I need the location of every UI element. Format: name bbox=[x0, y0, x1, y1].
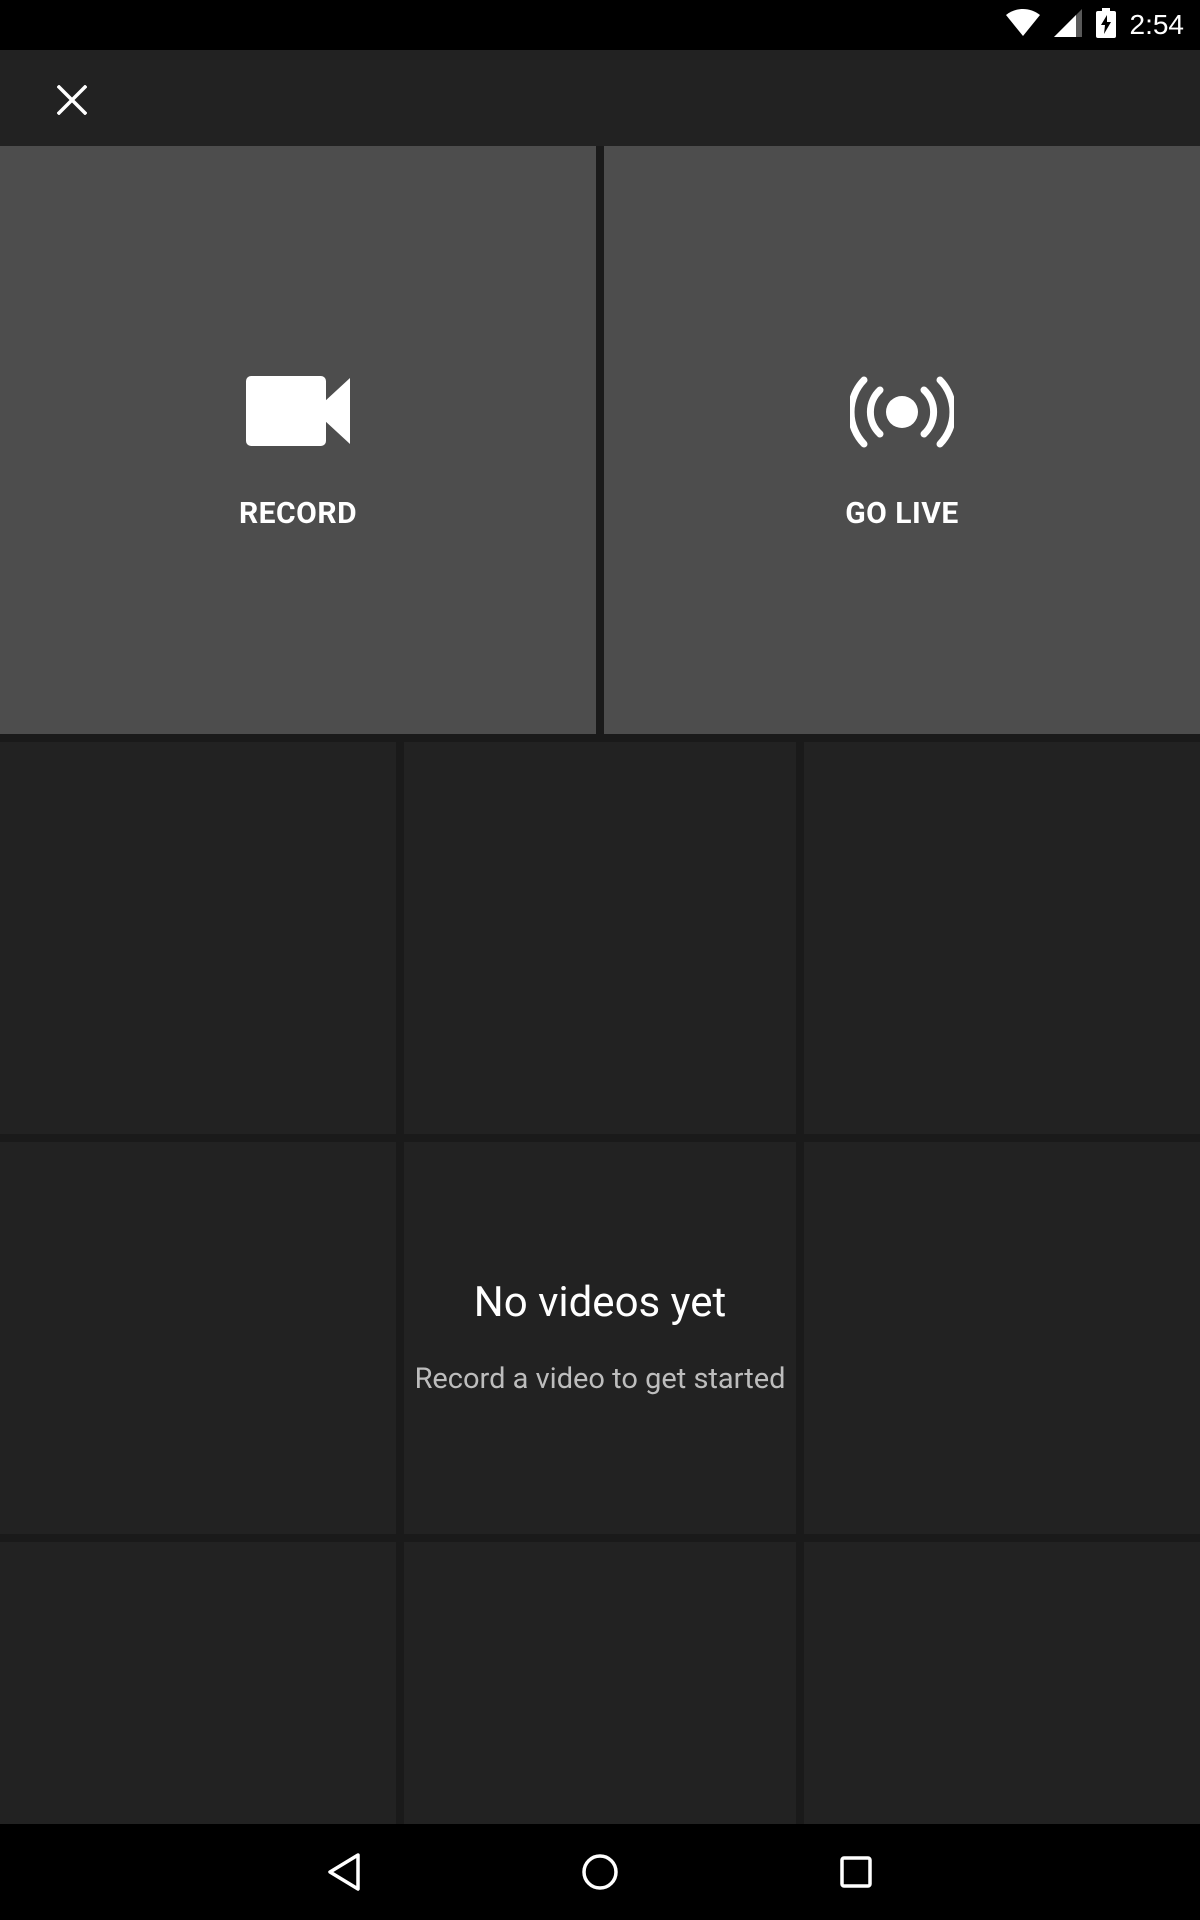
close-button[interactable] bbox=[48, 76, 96, 124]
videocam-icon bbox=[0, 376, 596, 456]
back-button[interactable] bbox=[312, 1840, 376, 1904]
grid-cell bbox=[0, 742, 396, 1134]
go-live-label: GO LIVE bbox=[845, 496, 959, 531]
grid-cell bbox=[804, 1142, 1200, 1534]
empty-state-subtitle: Record a video to get started bbox=[414, 1362, 786, 1396]
app-bar bbox=[0, 50, 1200, 146]
recents-button[interactable] bbox=[824, 1840, 888, 1904]
recents-icon bbox=[840, 1856, 872, 1888]
battery-charging-icon bbox=[1095, 8, 1116, 42]
status-icons: 2:54 bbox=[1005, 0, 1185, 50]
grid-cell bbox=[804, 742, 1200, 1134]
wifi-icon bbox=[1005, 9, 1040, 41]
grid-cell bbox=[404, 742, 796, 1134]
grid-cell bbox=[0, 1542, 396, 1824]
grid-cell bbox=[404, 1142, 796, 1534]
grid-cell bbox=[404, 1542, 796, 1824]
status-bar: 2:54 bbox=[0, 0, 1200, 50]
live-broadcast-icon bbox=[604, 376, 1200, 456]
home-icon bbox=[582, 1854, 618, 1890]
grid-cell bbox=[0, 1142, 396, 1534]
record-label: RECORD bbox=[238, 496, 358, 531]
go-live-button[interactable]: GO LIVE bbox=[604, 146, 1200, 734]
home-button[interactable] bbox=[568, 1840, 632, 1904]
grid-cell bbox=[804, 1542, 1200, 1824]
action-panels: RECORD GO LIVE bbox=[0, 146, 1200, 734]
empty-state-title: No videos yet bbox=[473, 1278, 727, 1327]
cell-signal-icon bbox=[1053, 9, 1082, 41]
close-icon bbox=[57, 85, 87, 115]
status-time: 2:54 bbox=[1129, 9, 1185, 40]
navigation-bar bbox=[0, 1824, 1200, 1920]
back-icon bbox=[328, 1853, 360, 1891]
record-button[interactable]: RECORD bbox=[0, 146, 596, 734]
